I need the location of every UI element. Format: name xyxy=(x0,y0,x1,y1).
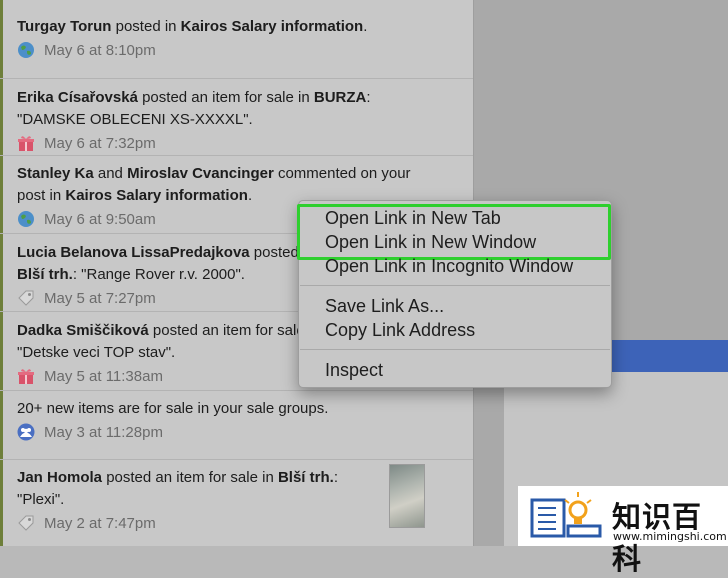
open-link-new-window-item[interactable]: Open Link in New Window xyxy=(325,230,536,254)
notification-text[interactable]: Jan Homola posted an item for sale in Bl… xyxy=(17,460,437,511)
timestamp[interactable]: May 5 at 11:38am xyxy=(44,368,163,385)
unread-indicator xyxy=(0,460,3,546)
notification-text[interactable]: 20+ new items are for sale in your sale … xyxy=(17,391,437,420)
open-link-incognito-item[interactable]: Open Link in Incognito Window xyxy=(325,254,573,278)
notification-item[interactable]: Erika Císařovská posted an item for sale… xyxy=(0,79,473,156)
notification-item[interactable]: Turgay Torun posted in Kairos Salary inf… xyxy=(0,0,473,79)
unread-indicator xyxy=(0,156,3,233)
open-link-new-tab-item[interactable]: Open Link in New Tab xyxy=(325,206,501,230)
gift-icon xyxy=(17,134,35,152)
watermark-url: www.mimingshi.com xyxy=(613,530,727,543)
menu-separator xyxy=(300,349,610,350)
group-name[interactable]: Kairos Salary information xyxy=(65,187,248,204)
unread-indicator xyxy=(0,79,3,155)
notification-meta: May 6 at 7:32pm xyxy=(17,132,473,154)
gift-icon xyxy=(17,367,35,385)
book-lightbulb-icon xyxy=(530,492,602,538)
unread-indicator xyxy=(0,234,3,311)
timestamp[interactable]: May 3 at 11:28pm xyxy=(44,424,163,441)
notification-item[interactable]: Jan Homola posted an item for sale in Bl… xyxy=(0,460,473,546)
notification-item[interactable]: 20+ new items are for sale in your sale … xyxy=(0,391,473,460)
actor-name[interactable]: Erika Císařovská xyxy=(17,89,138,106)
unread-indicator xyxy=(0,0,3,78)
actor-name[interactable]: LissaPredajkova xyxy=(131,244,249,261)
context-menu: Open Link in New Tab Open Link in New Wi… xyxy=(297,200,612,388)
unread-indicator xyxy=(0,312,3,390)
actor-name[interactable]: Jan Homola xyxy=(17,469,102,486)
actor-name[interactable]: Miroslav Cvancinger xyxy=(127,165,274,182)
watermark-logo: 知识百科 www.mimingshi.com xyxy=(518,486,728,576)
group-name[interactable]: Kairos Salary information xyxy=(181,18,364,35)
globe-icon xyxy=(17,41,35,59)
actor-name[interactable]: Turgay Torun xyxy=(17,18,111,35)
notification-text[interactable]: Erika Císařovská posted an item for sale… xyxy=(17,79,437,131)
timestamp[interactable]: May 5 at 7:27pm xyxy=(44,290,156,307)
group-name[interactable]: BURZA xyxy=(314,89,367,106)
timestamp[interactable]: May 6 at 8:10pm xyxy=(44,42,156,59)
timestamp[interactable]: May 6 at 7:32pm xyxy=(44,135,156,152)
inspect-item[interactable]: Inspect xyxy=(325,358,383,382)
actor-name[interactable]: Lucia Belanova xyxy=(17,244,127,261)
blue-header-bar xyxy=(609,340,728,372)
save-link-as-item[interactable]: Save Link As... xyxy=(325,294,444,318)
tag-icon xyxy=(17,289,35,307)
menu-separator xyxy=(300,285,610,286)
notification-meta: May 6 at 8:10pm xyxy=(17,39,473,61)
notification-text[interactable]: Turgay Torun posted in Kairos Salary inf… xyxy=(17,0,437,38)
copy-link-address-item[interactable]: Copy Link Address xyxy=(325,318,475,342)
group-name[interactable]: Blší trh. xyxy=(17,266,73,283)
actor-name[interactable]: Stanley Ka xyxy=(17,165,94,182)
item-thumbnail[interactable] xyxy=(389,464,425,528)
globe-icon xyxy=(17,210,35,228)
unread-indicator xyxy=(0,391,3,459)
actor-name[interactable]: Dadka Smiščiková xyxy=(17,322,149,339)
group-name[interactable]: Blší trh. xyxy=(278,469,334,486)
notification-meta: May 3 at 11:28pm xyxy=(17,421,473,443)
group-icon xyxy=(17,423,35,441)
tag-icon xyxy=(17,514,35,532)
timestamp[interactable]: May 2 at 7:47pm xyxy=(44,515,156,532)
timestamp[interactable]: May 6 at 9:50am xyxy=(44,211,156,228)
